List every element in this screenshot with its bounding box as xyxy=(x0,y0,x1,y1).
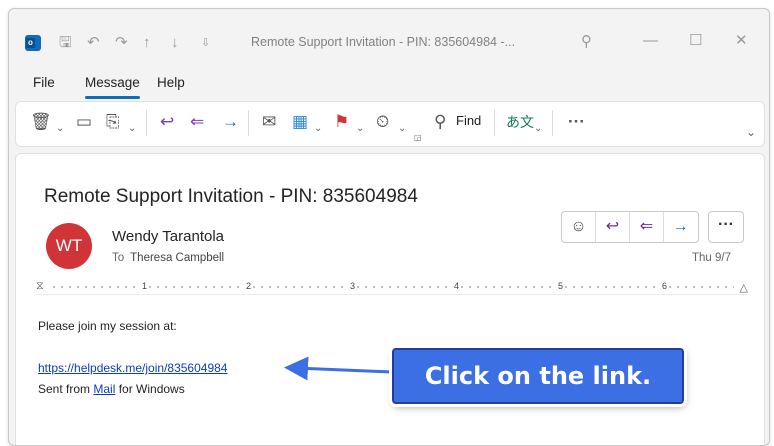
body-line: Please join my session at: xyxy=(38,319,177,333)
reply-all-icon[interactable]: ⇐ xyxy=(190,110,204,134)
archive-icon[interactable]: ▭ xyxy=(76,110,92,134)
reply-icon[interactable]: ↩ xyxy=(160,110,174,134)
up-arrow-icon[interactable]: ↑ xyxy=(143,33,151,53)
ruler-ticks xyxy=(50,286,734,288)
forward-icon[interactable]: → xyxy=(664,212,697,242)
ruler-number: 3 xyxy=(349,281,357,291)
email-subject: Remote Support Invitation - PIN: 8356049… xyxy=(44,186,418,207)
sent-suffix: for Windows xyxy=(115,382,185,396)
undo-icon[interactable]: ↶ xyxy=(87,33,100,53)
sent-prefix: Sent from xyxy=(38,382,94,396)
find-label[interactable]: Find xyxy=(456,113,481,128)
categorize-icon[interactable]: ▦ xyxy=(292,110,308,134)
reply-icon[interactable]: ↩ xyxy=(596,212,630,242)
more-options-icon[interactable]: ··· xyxy=(568,110,585,134)
ruler-number: 5 xyxy=(557,281,565,291)
chevron-down-icon[interactable]: ⌄ xyxy=(534,117,542,141)
ruler-number: 2 xyxy=(245,281,253,291)
move-icon[interactable]: ⎘ xyxy=(106,110,120,134)
search-icon[interactable]: ⚲ xyxy=(581,32,592,52)
flag-icon[interactable]: ⚑ xyxy=(334,110,349,134)
signature-line: Sent from Mail for Windows xyxy=(38,382,185,396)
reply-all-icon[interactable]: ⇐ xyxy=(630,212,664,242)
ruler: 1 2 3 4 5 6 ⧖ △ xyxy=(36,280,748,295)
translate-icon[interactable]: あ文 xyxy=(506,110,534,134)
delete-icon[interactable]: 🗑 xyxy=(30,110,52,134)
to-label: To xyxy=(112,252,125,264)
menu-bar: File Message Help xyxy=(9,69,769,99)
forward-icon[interactable]: → xyxy=(222,110,239,134)
chevron-down-icon[interactable]: ⌄ xyxy=(398,117,406,141)
ruler-number: 1 xyxy=(141,281,149,291)
reaction-icon[interactable]: ☺ xyxy=(562,212,596,242)
ribbon-divider xyxy=(552,110,553,136)
message-actions: ☺ ↩ ⇐ → xyxy=(561,211,699,243)
minimize-icon[interactable]: — xyxy=(643,31,658,51)
chevron-down-icon[interactable]: ⌄ xyxy=(314,117,322,141)
down-arrow-icon[interactable]: ↓ xyxy=(171,33,179,53)
email-date: Thu 9/7 xyxy=(692,252,731,264)
right-indent-marker[interactable]: △ xyxy=(739,281,748,294)
ribbon-divider xyxy=(248,110,249,136)
session-link[interactable]: https://helpdesk.me/join/835604984 xyxy=(38,361,227,375)
group-launcher-icon[interactable]: ◲ xyxy=(414,126,422,150)
save-icon[interactable]: 🖫 xyxy=(59,33,72,53)
snooze-icon[interactable]: ⏲ xyxy=(376,110,389,134)
chevron-down-icon[interactable]: ⌄ xyxy=(56,117,64,141)
ruler-number: 6 xyxy=(661,281,669,291)
redo-icon[interactable]: ↷ xyxy=(115,33,128,53)
menu-message[interactable]: Message xyxy=(85,75,140,99)
left-indent-marker[interactable]: ⧖ xyxy=(36,280,44,293)
more-actions-button[interactable]: ··· xyxy=(708,211,744,243)
close-icon[interactable]: ✕ xyxy=(735,31,748,51)
maximize-icon[interactable]: ☐ xyxy=(689,31,702,51)
ribbon-toolbar: 🗑 ⌄ ▭ ⎘ ⌄ ↩ ⇐ → ✉ ▦ ⌄ ⚑ ⌄ ⏲ ⌄ ◲ ⚲ Find あ… xyxy=(15,101,765,147)
title-bar: o 🖫 ↶ ↷ ↑ ↓ ⇩ Remote Support Invitation … xyxy=(9,9,769,61)
menu-help[interactable]: Help xyxy=(157,75,185,90)
expand-ribbon-icon[interactable]: ⌄ xyxy=(746,120,756,144)
ribbon-divider xyxy=(494,110,495,136)
recipient-name[interactable]: Theresa Campbell xyxy=(130,252,224,264)
callout-box: Click on the link. xyxy=(392,348,684,404)
recipient-line: To Theresa Campbell xyxy=(112,252,224,264)
window-title: Remote Support Invitation - PIN: 8356049… xyxy=(251,35,516,49)
ribbon-divider xyxy=(146,110,147,136)
outlook-app-icon: o xyxy=(25,35,41,51)
ruler-number: 4 xyxy=(453,281,461,291)
customize-quick-access-icon[interactable]: ⇩ xyxy=(201,33,210,53)
sender-name[interactable]: Wendy Tarantola xyxy=(112,228,224,245)
chevron-down-icon[interactable]: ⌄ xyxy=(128,117,136,141)
menu-file[interactable]: File xyxy=(33,75,55,90)
find-icon[interactable]: ⚲ xyxy=(434,110,446,134)
mark-unread-icon[interactable]: ✉ xyxy=(262,110,276,134)
avatar[interactable]: WT xyxy=(46,223,92,269)
mail-app-link[interactable]: Mail xyxy=(93,382,115,396)
chevron-down-icon[interactable]: ⌄ xyxy=(356,117,364,141)
